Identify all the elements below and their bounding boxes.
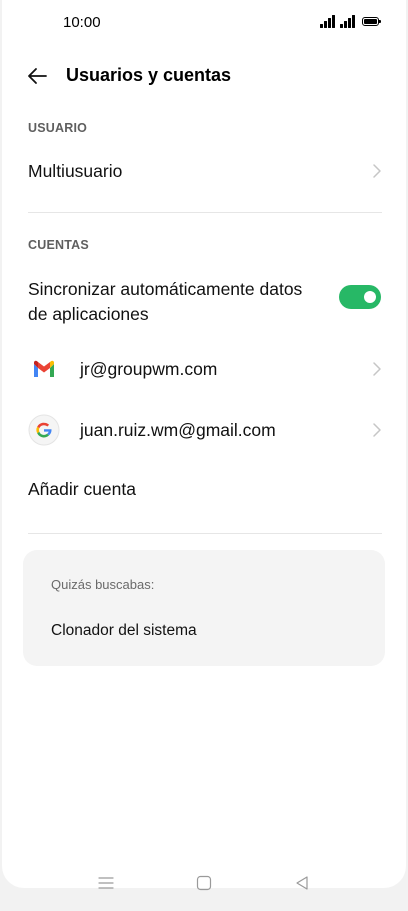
- cellular-signal-icon: [320, 14, 336, 28]
- multiuser-label: Multiusuario: [28, 161, 123, 181]
- screen: 10:00 Usuarios y cuentas USUARIO Multius…: [2, 0, 406, 888]
- sync-apps-label-line2: de aplicaciones: [28, 304, 149, 324]
- divider: [28, 533, 382, 534]
- suggestion-item-system-cloner[interactable]: Clonador del sistema: [51, 622, 197, 640]
- cellular-signal-icon-2: [340, 14, 356, 28]
- sync-toggle-switch[interactable]: [339, 285, 381, 309]
- section-label-cuentas: CUENTAS: [28, 238, 89, 252]
- sync-apps-row[interactable]: Sincronizar automáticamente datos de apl…: [2, 272, 406, 326]
- suggestion-label: Quizás buscabas:: [51, 577, 155, 592]
- gmail-icon: [34, 360, 54, 377]
- google-icon: [28, 414, 60, 446]
- battery-icon: [362, 17, 381, 26]
- chevron-right-icon: [373, 423, 381, 437]
- status-icons: [320, 14, 382, 30]
- account-email: jr@groupwm.com: [80, 359, 218, 379]
- add-account-row[interactable]: Añadir cuenta: [2, 470, 406, 510]
- status-bar: 10:00: [2, 0, 406, 46]
- multiuser-row[interactable]: Multiusuario: [2, 150, 406, 194]
- account-row-google[interactable]: juan.ruiz.wm@gmail.com: [2, 410, 406, 450]
- status-time: 10:00: [63, 14, 101, 31]
- sync-apps-label: Sincronizar automáticamente datos de apl…: [28, 277, 302, 327]
- system-navigation-bar: [0, 872, 408, 902]
- chevron-right-icon: [373, 164, 381, 178]
- toggle-knob: [364, 291, 376, 303]
- back-arrow-icon[interactable]: [26, 65, 48, 87]
- section-label-usuario: USUARIO: [28, 121, 88, 135]
- account-row-gmail[interactable]: jr@groupwm.com: [2, 349, 406, 389]
- account-email: juan.ruiz.wm@gmail.com: [80, 420, 276, 440]
- chevron-right-icon: [373, 362, 381, 376]
- app-bar: Usuarios y cuentas: [2, 56, 406, 96]
- home-icon[interactable]: [196, 875, 212, 891]
- add-account-label: Añadir cuenta: [28, 479, 136, 499]
- back-triangle-icon[interactable]: [294, 875, 310, 891]
- sync-apps-label-line1: Sincronizar automáticamente datos: [28, 279, 303, 299]
- suggestion-card: Quizás buscabas: Clonador del sistema: [23, 550, 385, 666]
- menu-icon[interactable]: [98, 875, 114, 891]
- divider: [28, 212, 382, 213]
- page-title: Usuarios y cuentas: [66, 65, 232, 85]
